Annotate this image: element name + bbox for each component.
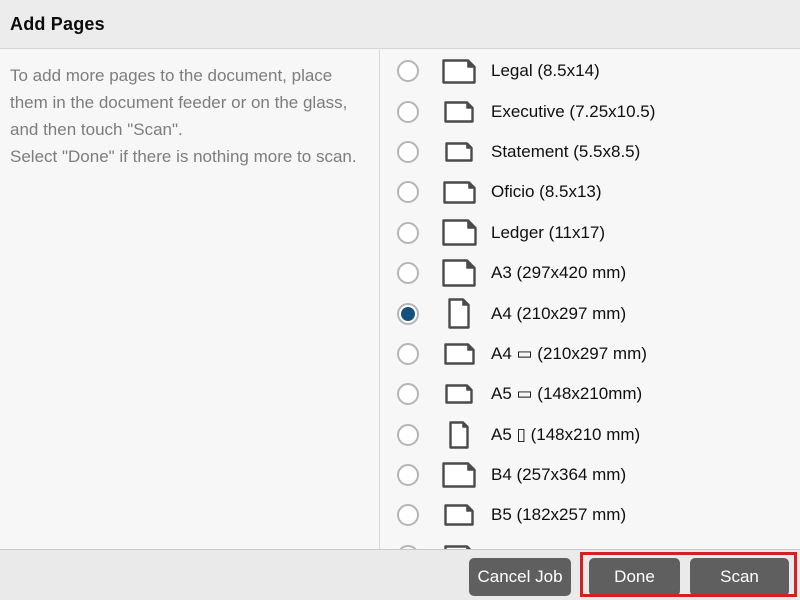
radio-button[interactable]	[397, 101, 419, 123]
radio-button[interactable]	[397, 424, 419, 446]
radio-button[interactable]	[397, 262, 419, 284]
page-landscape-icon	[437, 219, 481, 246]
instructions-line: Select "Done" if there is nothing more t…	[10, 143, 371, 170]
page-landscape-icon	[437, 142, 481, 162]
paper-size-label: A5 ▯ (148x210 mm)	[491, 425, 640, 445]
paper-size-label: A5 ▭ (148x210mm)	[491, 384, 642, 404]
page-landscape-icon	[437, 462, 481, 488]
radio-button[interactable]	[397, 141, 419, 163]
page-landscape-icon	[437, 384, 481, 404]
paper-size-label: Ledger (11x17)	[491, 223, 605, 243]
page-title: Add Pages	[10, 14, 105, 35]
radio-button[interactable]	[397, 60, 419, 82]
instructions-panel: To add more pages to the document, place…	[0, 50, 380, 549]
paper-size-label: Legal (8.5x14)	[491, 61, 600, 81]
radio-button[interactable]	[397, 343, 419, 365]
add-pages-dialog: Add Pages To add more pages to the docum…	[0, 0, 800, 600]
radio-button[interactable]	[397, 181, 419, 203]
paper-size-option[interactable]: Ledger (11x17)	[381, 213, 800, 253]
paper-size-label: A4 ▭ (210x297 mm)	[491, 344, 647, 364]
page-landscape-icon	[437, 343, 481, 365]
page-landscape-icon	[437, 59, 481, 84]
radio-button[interactable]	[397, 464, 419, 486]
paper-size-option[interactable]: Statement (5.5x8.5)	[381, 132, 800, 172]
page-landscape-icon	[437, 181, 481, 204]
paper-size-label: A3 (297x420 mm)	[491, 263, 626, 283]
paper-size-option[interactable]: A3 (297x420 mm)	[381, 253, 800, 293]
radio-button[interactable]	[397, 504, 419, 526]
paper-size-option[interactable]: Executive (7.25x10.5)	[381, 91, 800, 131]
instructions-line: them in the document feeder or on the gl…	[10, 89, 371, 116]
paper-size-option[interactable]: A4 ▭ (210x297 mm)	[381, 334, 800, 374]
paper-size-option[interactable]: A5 ▯ (148x210 mm)	[381, 415, 800, 455]
radio-button[interactable]	[397, 383, 419, 405]
instructions-line: To add more pages to the document, place	[10, 62, 371, 89]
paper-size-option[interactable]: A5 ▭ (148x210mm)	[381, 374, 800, 414]
page-landscape-icon	[437, 101, 481, 123]
paper-size-option[interactable]: Legal (8.5x14)	[381, 51, 800, 91]
page-landscape-icon	[437, 504, 481, 526]
radio-button-selected[interactable]	[397, 303, 419, 325]
paper-size-label: Statement (5.5x8.5)	[491, 142, 640, 162]
cancel-job-button[interactable]: Cancel Job	[469, 558, 571, 596]
dialog-header: Add Pages	[0, 0, 800, 49]
paper-size-option-partial[interactable]	[381, 536, 800, 549]
radio-dot	[401, 307, 415, 321]
page-portrait-icon	[437, 421, 481, 449]
page-landscape-icon	[437, 259, 481, 287]
footer-action-bar: Cancel Job Done Scan	[0, 549, 800, 600]
paper-size-label: A4 (210x297 mm)	[491, 304, 626, 324]
instructions-text: To add more pages to the document, place…	[10, 62, 371, 170]
paper-size-label: Oficio (8.5x13)	[491, 182, 602, 202]
done-button[interactable]: Done	[589, 558, 680, 596]
radio-button[interactable]	[397, 222, 419, 244]
paper-size-option[interactable]: B4 (257x364 mm)	[381, 455, 800, 495]
paper-size-option[interactable]: B5 (182x257 mm)	[381, 495, 800, 535]
paper-size-label: B5 (182x257 mm)	[491, 505, 626, 525]
paper-size-label: B4 (257x364 mm)	[491, 465, 626, 485]
paper-size-option[interactable]: A4 (210x297 mm)	[381, 293, 800, 333]
paper-size-option[interactable]: Oficio (8.5x13)	[381, 172, 800, 212]
page-portrait-icon	[437, 298, 481, 329]
scan-button[interactable]: Scan	[690, 558, 789, 596]
paper-size-list: Legal (8.5x14) Executive (7.25x10.5) State…	[381, 51, 800, 549]
instructions-line: and then touch "Scan".	[10, 116, 371, 143]
paper-size-label: Executive (7.25x10.5)	[491, 102, 655, 122]
